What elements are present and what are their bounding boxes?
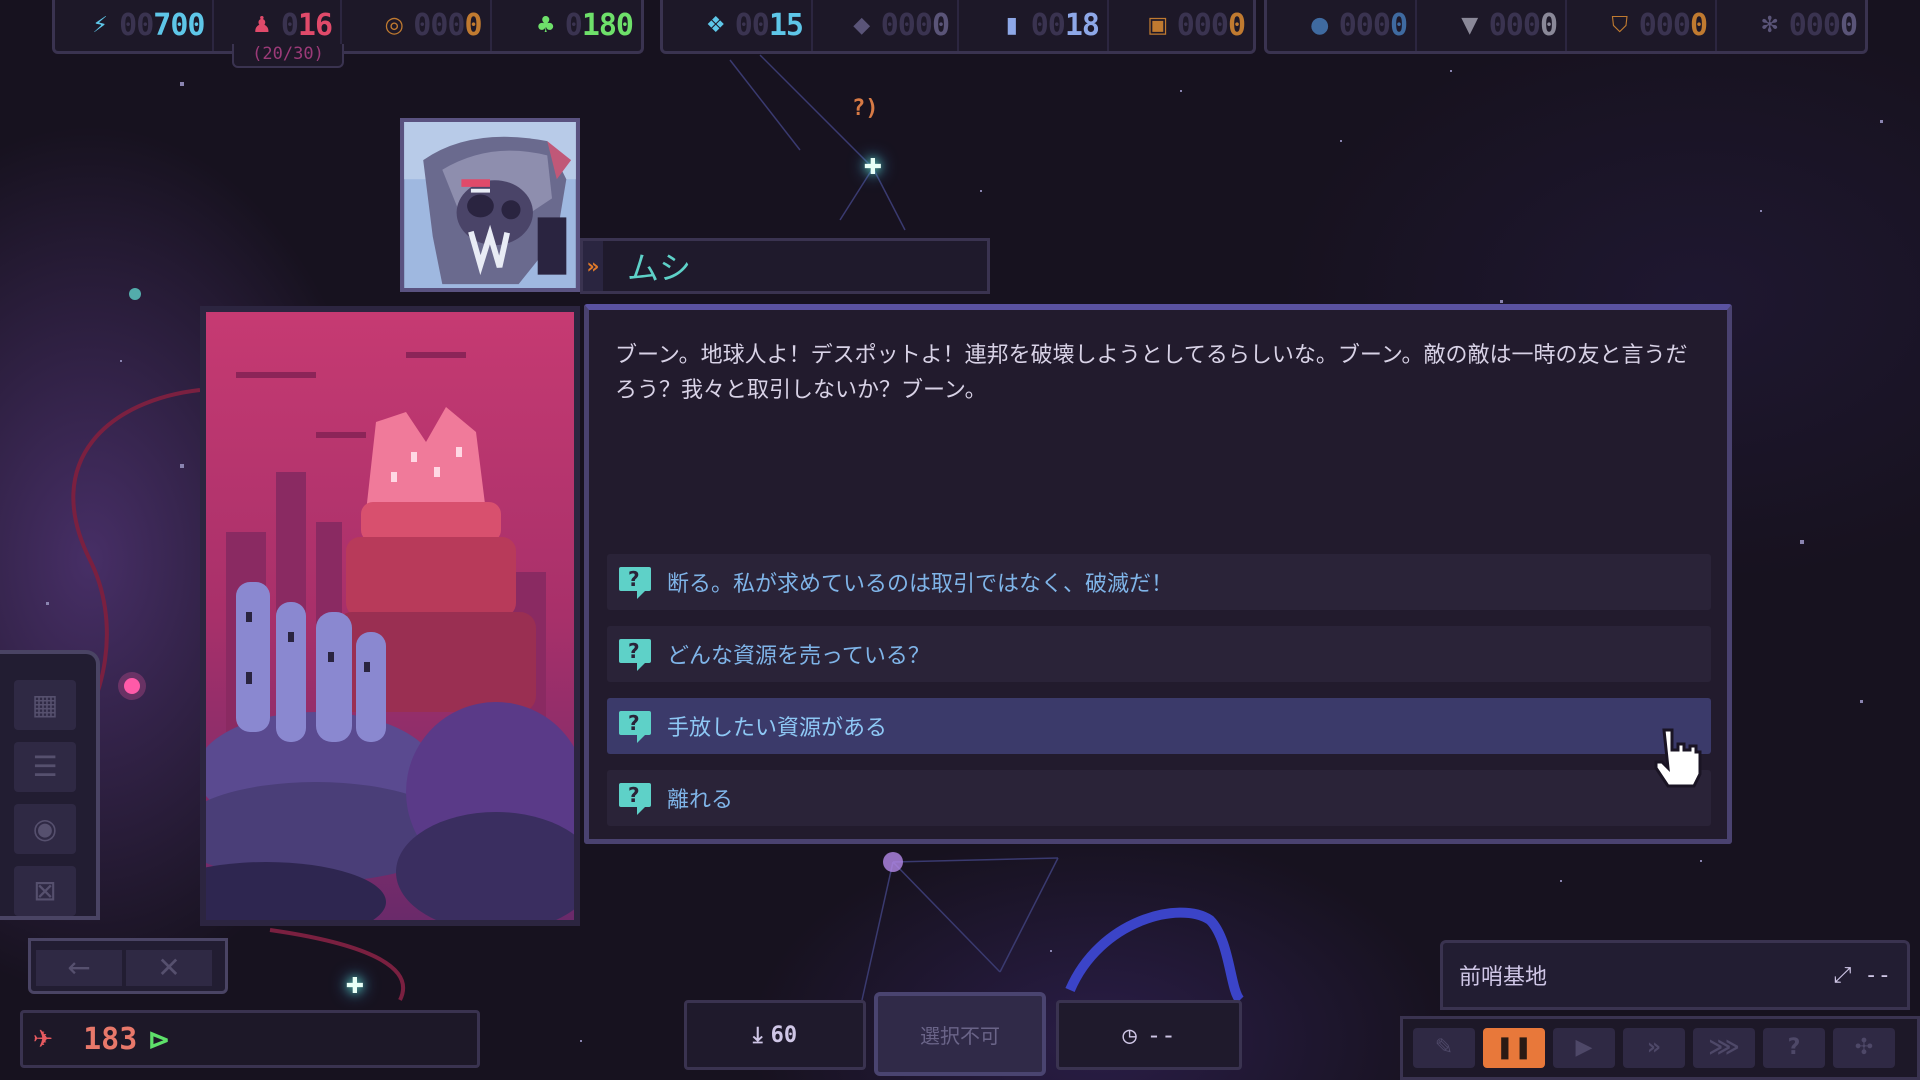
resource-bar-primary: ⚡ 00700 ♟ 016 ◎ 0000 ♣ 0180 — [52, 0, 644, 54]
rank-chevron-icon: » — [583, 241, 603, 291]
action-label: 選択不可 — [920, 1023, 1000, 1048]
chip-resource[interactable]: ▣ 0000 — [1109, 0, 1253, 51]
biomass-resource[interactable]: ❖ 0015 — [663, 0, 813, 51]
pause-button[interactable]: ❚❚ — [1483, 1028, 1545, 1068]
location-name: 前哨基地 — [1459, 965, 1548, 990]
download-value: 60 — [770, 1022, 798, 1048]
fastest-icon: ⋙ — [1708, 1035, 1740, 1060]
route-indicator: ⤢ -- — [1834, 963, 1891, 988]
fleet-icon: ✈ — [33, 1025, 54, 1053]
alien-hive-city-image — [206, 312, 574, 920]
drop-icon: ● — [1310, 13, 1330, 38]
star-node[interactable]: ✚ — [862, 157, 884, 179]
gear-icon: ✻ — [1760, 13, 1779, 38]
core-resource[interactable]: ◎ 0000 — [342, 0, 492, 51]
speaker-portrait — [400, 118, 580, 292]
timer-label: -- — [1146, 1021, 1176, 1049]
dialog-option-label: どんな資源を売っている？ — [667, 644, 930, 669]
dialog-option-label: 手放したい資源がある — [667, 716, 888, 741]
timer-indicator[interactable]: ◷ -- — [1056, 1000, 1242, 1070]
route-label: -- — [1864, 962, 1892, 988]
route-icon: ⤢ — [1833, 962, 1865, 988]
dialog-option-label: 離れる — [667, 788, 734, 813]
blueprint-menu-button[interactable]: ⊠ — [14, 866, 76, 916]
core-icon: ◎ — [384, 13, 404, 38]
dialog-option-label: 断る。私が求めているのは取引ではなく、破滅だ！ — [667, 572, 1174, 597]
play-icon: ▶ — [1575, 1035, 1593, 1060]
gear-resource[interactable]: ✻ 0000 — [1717, 0, 1865, 51]
plate-resource[interactable]: ▮ 0018 — [959, 0, 1109, 51]
dialog-option-refuse[interactable]: 断る。私が求めているのは取引ではなく、破滅だ！ — [607, 554, 1711, 610]
resource-bar-materials: ❖ 0015 ◆ 0000 ▮ 0018 ▣ 0000 — [660, 0, 1256, 54]
back-button[interactable]: ← — [36, 950, 122, 986]
grid-icon: ▦ — [31, 688, 59, 721]
tools-icon: ✕ — [157, 951, 181, 984]
dialog-option-ask-resources[interactable]: どんな資源を売っている？ — [607, 626, 1711, 682]
tree-icon: ☰ — [32, 750, 58, 783]
insectoid-alien-portrait-image — [404, 122, 576, 288]
tools-button[interactable]: ✕ — [126, 950, 212, 986]
download-indicator[interactable]: ⤓ 60 — [684, 1000, 866, 1070]
signal-icon: ) — [865, 96, 879, 121]
signal-question-mark: ? — [852, 96, 866, 121]
tree-menu-button[interactable]: ☰ — [14, 742, 76, 792]
location-illustration — [200, 306, 580, 926]
clock-icon: ◷ — [1122, 1021, 1137, 1049]
location-info-panel: 前哨基地 ⤢ -- — [1440, 940, 1910, 1010]
grid-menu-button[interactable]: ▦ — [14, 680, 76, 730]
crystal-icon: ◆ — [853, 13, 871, 38]
drop-resource[interactable]: ● 0000 — [1267, 0, 1417, 51]
fleet-status-bar: ✈ 183 ⊳ — [20, 1010, 480, 1068]
blueprint-icon: ⊠ — [33, 874, 57, 907]
dialog-panel: ブーン。地球人よ！デスポットよ！連邦を破壊しようとしてるらしいな。ブーン。敵の敵… — [584, 304, 1732, 844]
energy-resource[interactable]: ⚡ 00700 — [55, 0, 215, 51]
fleet-value: 183 — [83, 1021, 138, 1057]
dialog-option-sell-resources[interactable]: 手放したい資源がある — [607, 698, 1711, 754]
star-node[interactable]: ✚ — [344, 976, 366, 998]
unselectable-action-button[interactable]: 選択不可 — [874, 992, 1046, 1076]
fast-forward-icon: » — [1646, 1035, 1662, 1060]
fastest-button[interactable]: ⋙ — [1693, 1028, 1755, 1068]
help-button[interactable]: ? — [1763, 1028, 1825, 1068]
speaker-name: ムシ — [627, 249, 692, 287]
flag-icon[interactable]: ⊳ — [147, 1023, 170, 1056]
speech-question-icon — [619, 565, 653, 599]
shield-icon: ⛉ — [1611, 13, 1628, 38]
settings-button[interactable]: ✣ — [1833, 1028, 1895, 1068]
crew-icon: ♟ — [251, 13, 272, 38]
population-resource[interactable]: ♣ 0180 — [492, 0, 641, 51]
wrench-icon: ✣ — [1854, 1035, 1874, 1060]
fast-forward-button[interactable]: » — [1623, 1028, 1685, 1068]
speech-question-icon — [619, 637, 653, 671]
population-icon: ♣ — [535, 13, 556, 38]
hand-pointer-cursor-icon — [1654, 728, 1702, 788]
lightning-icon: ⚡ — [92, 13, 108, 38]
target-menu-button[interactable]: ◉ — [14, 804, 76, 854]
speaker-name-plate: » ムシ — [580, 238, 990, 294]
shield-resource[interactable]: ⛉ 0000 — [1567, 0, 1717, 51]
dialog-text: ブーン。地球人よ！デスポットよ！連邦を破壊しようとしてるらしいな。ブーン。敵の敵… — [615, 343, 1688, 403]
chip-icon: ▣ — [1147, 13, 1169, 38]
pause-icon: ❚❚ — [1495, 1035, 1533, 1060]
edit-button[interactable]: ✎ — [1413, 1028, 1475, 1068]
pencil-icon: ✎ — [1434, 1035, 1454, 1060]
signal-marker[interactable]: ?) — [852, 96, 879, 121]
help-icon: ? — [1787, 1035, 1801, 1060]
time-controls: ✎ ❚❚ ▶ » ⋙ ? ✣ — [1400, 1016, 1920, 1080]
play-button[interactable]: ▶ — [1553, 1028, 1615, 1068]
speech-question-icon — [619, 781, 653, 815]
plate-icon: ▮ — [1005, 13, 1018, 38]
speech-question-icon — [619, 709, 653, 743]
resource-bar-advanced: ● 0000 ▼ 0000 ⛉ 0000 ✻ 0000 — [1264, 0, 1868, 54]
arrow-left-icon: ← — [67, 951, 91, 984]
anvil-icon: ▼ — [1461, 13, 1479, 38]
biomass-icon: ❖ — [705, 13, 726, 38]
left-menu-panel: ▦ ☰ ◉ ⊠ — [0, 650, 100, 920]
crew-capacity-badge: (20/30) — [232, 44, 344, 68]
dialog-option-leave[interactable]: 離れる — [607, 770, 1711, 826]
anvil-resource[interactable]: ▼ 0000 — [1417, 0, 1567, 51]
crystal-resource[interactable]: ◆ 0000 — [813, 0, 959, 51]
target-icon: ◉ — [32, 812, 58, 845]
download-icon: ⤓ — [752, 1022, 763, 1048]
